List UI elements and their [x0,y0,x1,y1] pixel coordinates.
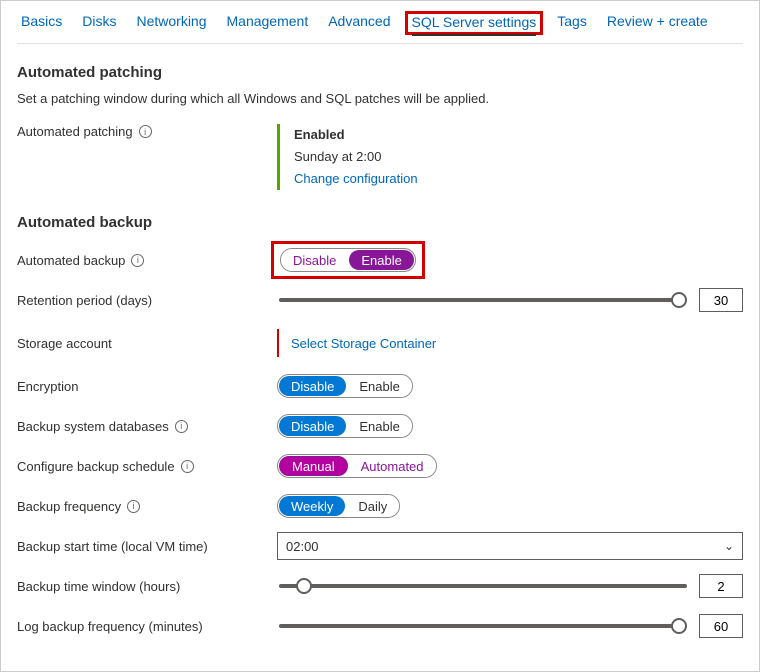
storage-required-indicator: Select Storage Container [277,329,436,357]
patching-status: Enabled [294,124,418,146]
retention-value[interactable] [699,288,743,312]
backup-system-db-enable[interactable]: Enable [347,415,411,437]
tab-networking[interactable]: Networking [136,13,206,33]
highlighted-enable-box: Disable Enable [271,241,425,279]
info-icon[interactable]: i [131,254,144,267]
log-backup-frequency-value[interactable] [699,614,743,638]
tab-sql-server-settings[interactable]: SQL Server settings [412,14,537,36]
backup-system-db-disable[interactable]: Disable [279,416,346,436]
chevron-down-icon: ⌄ [724,539,734,553]
tab-management[interactable]: Management [227,13,309,33]
tab-tags[interactable]: Tags [557,13,587,33]
backup-system-db-label: Backup system databases [17,419,169,434]
backup-time-window-value[interactable] [699,574,743,598]
backup-start-time-label: Backup start time (local VM time) [17,539,208,554]
automated-backup-toggle[interactable]: Disable Enable [280,248,416,272]
backup-schedule-manual[interactable]: Manual [279,456,348,476]
backup-time-window-label: Backup time window (hours) [17,579,180,594]
automated-backup-disable[interactable]: Disable [281,249,348,271]
encryption-label: Encryption [17,379,78,394]
encryption-toggle[interactable]: Disable Enable [277,374,413,398]
info-icon[interactable]: i [127,500,140,513]
backup-start-time-select[interactable]: 02:00 ⌄ [277,532,743,560]
automated-patching-label: Automated patching [17,124,133,139]
encryption-disable[interactable]: Disable [279,376,346,396]
highlighted-tab-box: SQL Server settings [405,11,544,35]
info-icon[interactable]: i [139,125,152,138]
change-configuration-link[interactable]: Change configuration [294,168,418,190]
backup-time-window-slider[interactable] [279,584,687,588]
backup-frequency-label: Backup frequency [17,499,121,514]
retention-period-label: Retention period (days) [17,293,152,308]
info-icon[interactable]: i [175,420,188,433]
automated-patching-status-box: Enabled Sunday at 2:00 Change configurat… [277,124,418,190]
tab-advanced[interactable]: Advanced [328,13,390,33]
log-backup-frequency-slider[interactable] [279,624,687,628]
backup-start-time-value: 02:00 [286,539,319,554]
automated-backup-label: Automated backup [17,253,125,268]
backup-frequency-weekly[interactable]: Weekly [279,496,345,516]
select-storage-container-link[interactable]: Select Storage Container [291,336,436,351]
retention-slider[interactable] [279,298,687,302]
patching-schedule: Sunday at 2:00 [294,146,418,168]
automated-patching-heading: Automated patching [17,64,743,81]
tab-disks[interactable]: Disks [82,13,116,33]
log-backup-frequency-label: Log backup frequency (minutes) [17,619,203,634]
page-root: Basics Disks Networking Management Advan… [0,0,760,672]
backup-frequency-toggle[interactable]: Weekly Daily [277,494,400,518]
encryption-enable[interactable]: Enable [347,375,411,397]
automated-backup-heading: Automated backup [17,214,743,231]
automated-backup-enable[interactable]: Enable [349,250,413,270]
backup-system-db-toggle[interactable]: Disable Enable [277,414,413,438]
tab-bar: Basics Disks Networking Management Advan… [17,1,743,44]
backup-frequency-daily[interactable]: Daily [346,495,399,517]
backup-schedule-automated[interactable]: Automated [349,455,436,477]
storage-account-label: Storage account [17,336,112,351]
tab-basics[interactable]: Basics [21,13,62,33]
automated-patching-description: Set a patching window during which all W… [17,91,743,106]
backup-schedule-toggle[interactable]: Manual Automated [277,454,437,478]
tab-review-create[interactable]: Review + create [607,13,708,33]
configure-backup-schedule-label: Configure backup schedule [17,459,175,474]
info-icon[interactable]: i [181,460,194,473]
